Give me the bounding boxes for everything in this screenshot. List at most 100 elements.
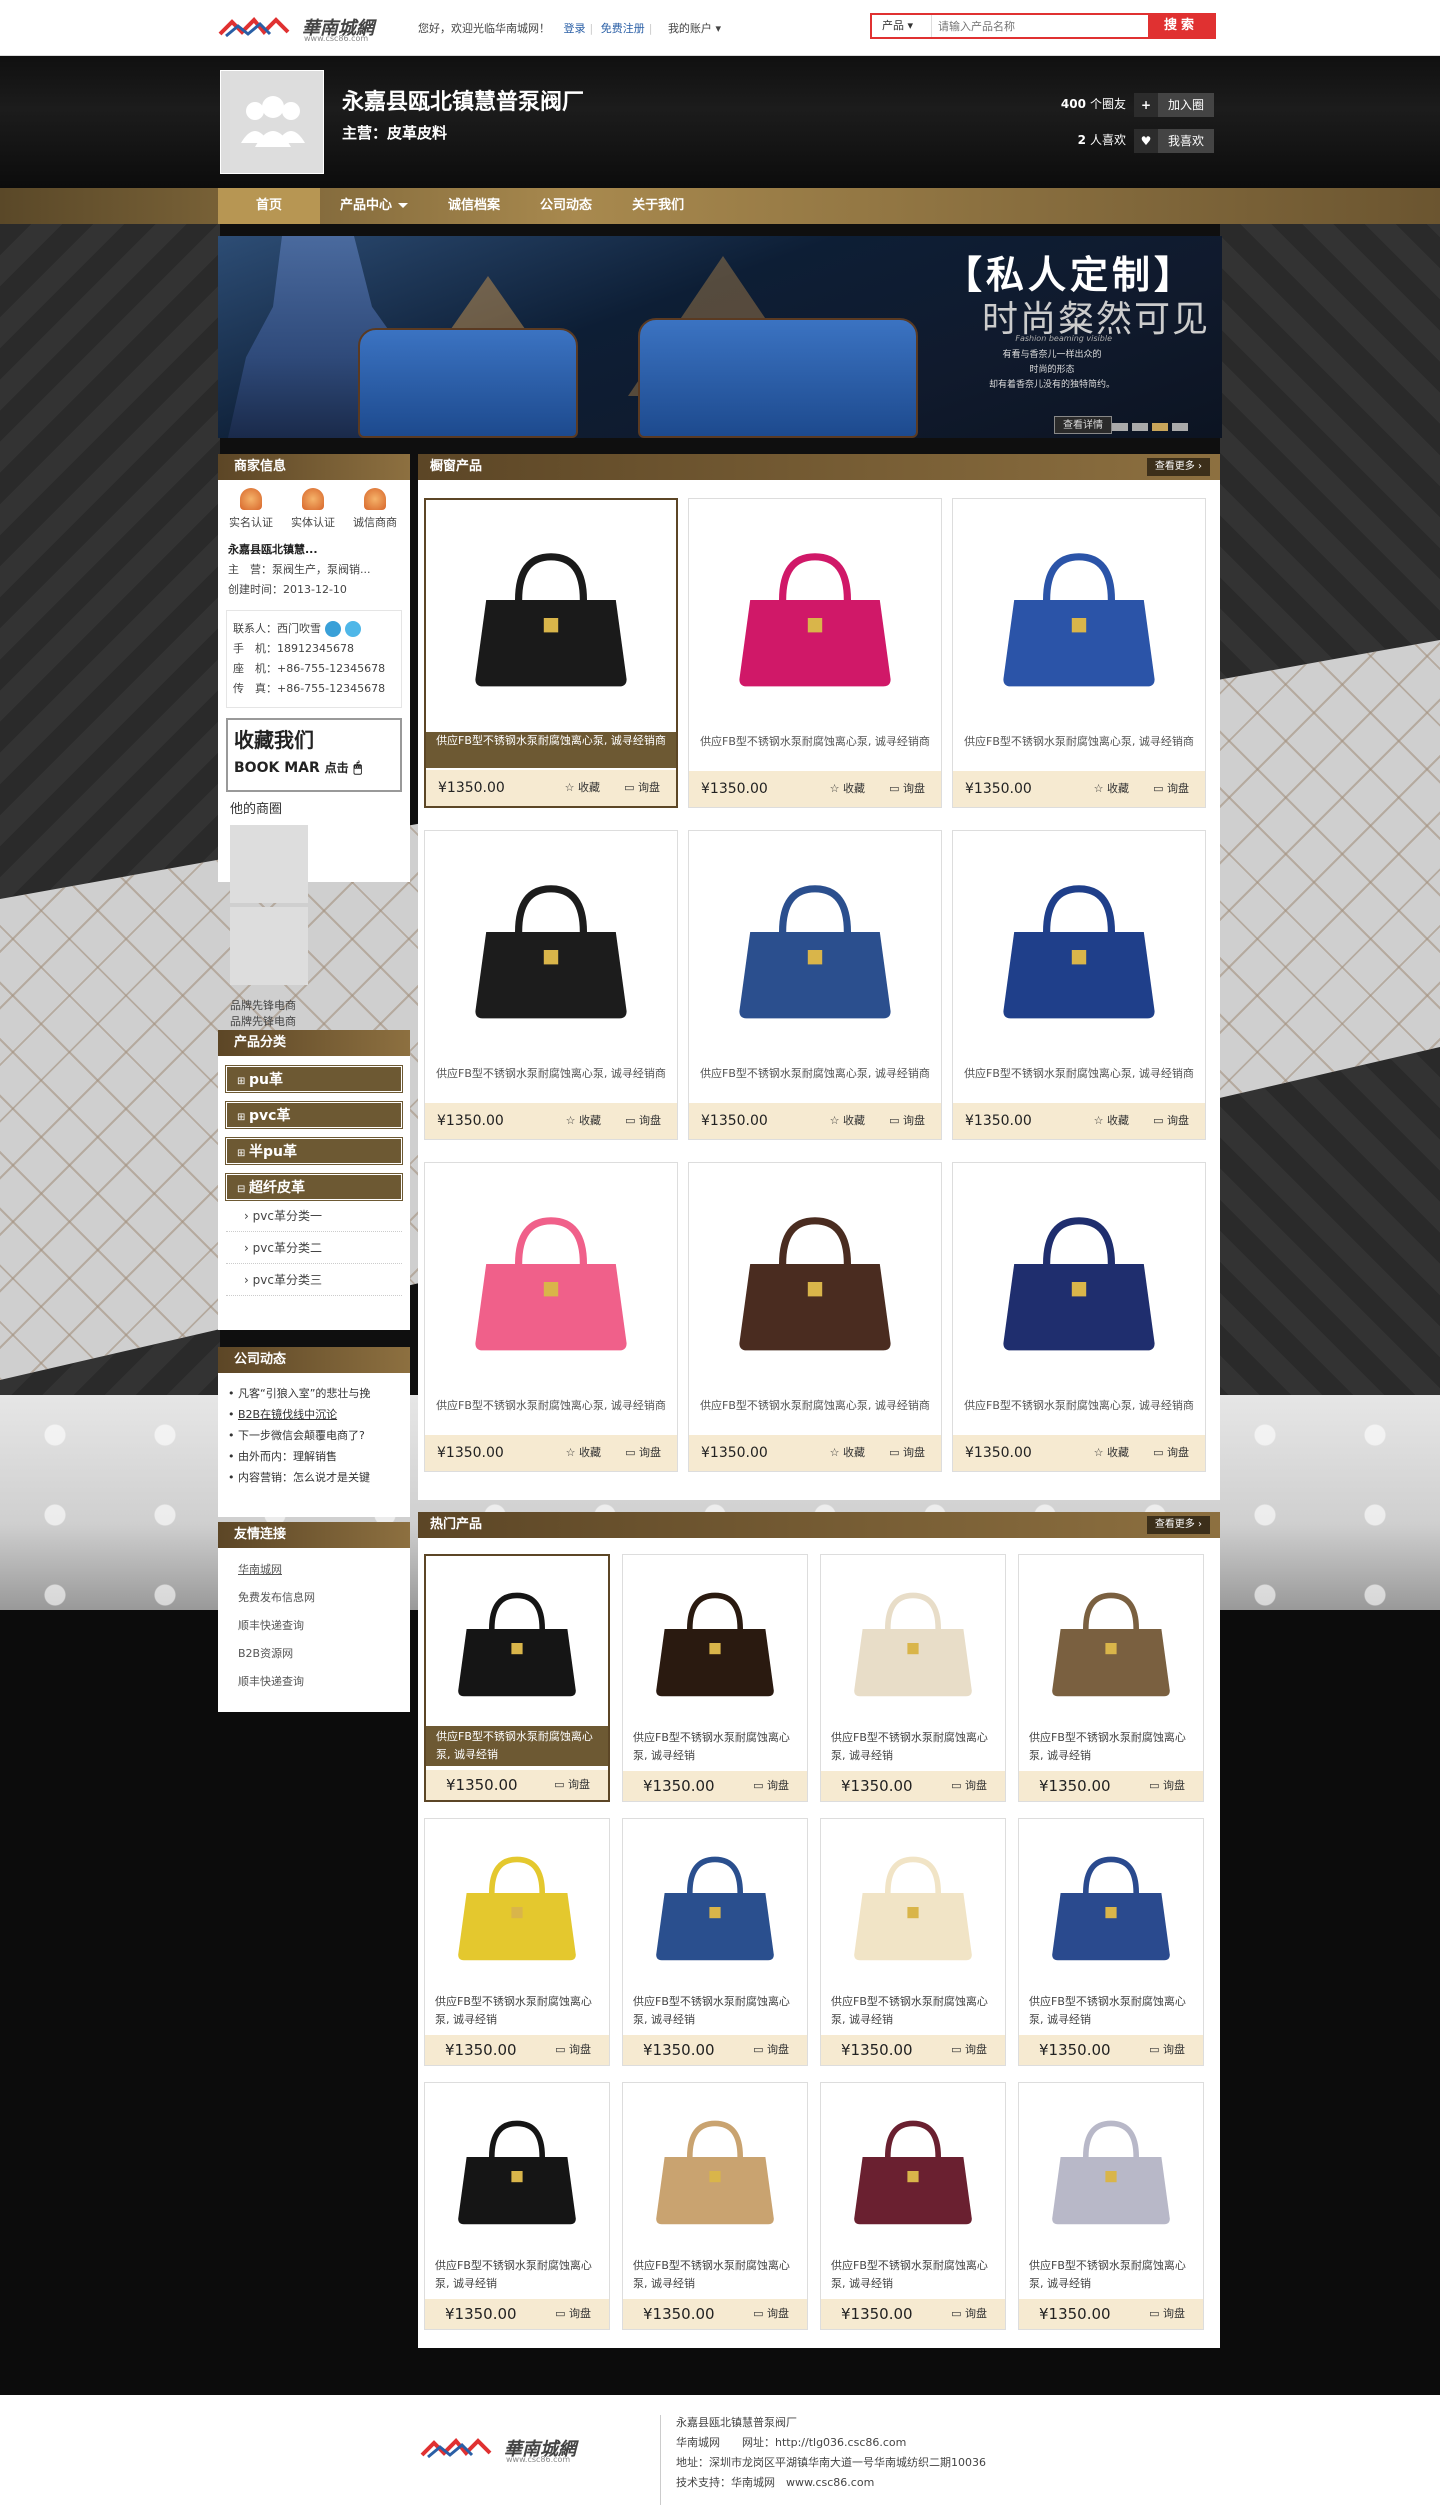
search-category-select[interactable]: 产品 ▾ <box>872 15 932 37</box>
product-image[interactable] <box>430 504 672 732</box>
news-item[interactable]: • 下一步微信会颠覆电商了? <box>228 1425 400 1446</box>
product-title[interactable]: 供应FB型不锈钢水泵耐腐蚀离心泵, 诚寻经销 <box>1019 2255 1203 2295</box>
product-image[interactable] <box>627 1559 803 1727</box>
inquiry-button[interactable]: ▭ 询盘 <box>1149 2035 1185 2065</box>
product-title[interactable]: 供应FB型不锈钢水泵耐腐蚀离心泵, 诚寻经销 <box>821 1991 1005 2031</box>
product-title[interactable]: 供应FB型不锈钢水泵耐腐蚀离心泵, 诚寻经销 <box>821 1727 1005 1767</box>
search-button[interactable]: 搜索 <box>1148 15 1214 37</box>
product-image[interactable] <box>1023 1559 1199 1727</box>
product-title[interactable]: 供应FB型不锈钢水泵耐腐蚀离心泵, 诚寻经销商 <box>426 732 676 768</box>
banner-dot[interactable] <box>1112 423 1128 431</box>
product-title[interactable]: 供应FB型不锈钢水泵耐腐蚀离心泵, 诚寻经销 <box>821 2255 1005 2295</box>
promo-banner[interactable]: 【私人定制】 时尚粲然可见 Fashion beaming visible 有看… <box>218 236 1222 438</box>
news-item[interactable]: • 内容营销：怎么说才是关键 <box>228 1467 400 1488</box>
footer-logo[interactable]: 華南城網 www.csc86.com <box>420 2433 650 2477</box>
circle-name[interactable]: 品牌先锋电商 <box>230 1013 318 1029</box>
news-link[interactable]: 下一步微信会颠覆电商了? <box>238 1429 365 1442</box>
inquiry-button[interactable]: ▭ 询盘 <box>753 2035 789 2065</box>
subcategory-item[interactable]: › pvc革分类二 <box>226 1232 402 1264</box>
product-title[interactable]: 供应FB型不锈钢水泵耐腐蚀离心泵, 诚寻经销 <box>425 1991 609 2031</box>
product-image[interactable] <box>430 1560 604 1726</box>
nav-about[interactable]: 关于我们 <box>612 188 704 224</box>
product-title[interactable]: 供应FB型不锈钢水泵耐腐蚀离心泵, 诚寻经销 <box>623 2255 807 2295</box>
product-title[interactable]: 供应FB型不锈钢水泵耐腐蚀离心泵, 诚寻经销商 <box>953 1065 1205 1101</box>
news-item[interactable]: • 由外而内：理解销售 <box>228 1446 400 1467</box>
product-image[interactable] <box>1023 2087 1199 2255</box>
inquiry-button[interactable]: ▭ 询盘 <box>1153 1435 1189 1471</box>
inquiry-button[interactable]: ▭ 询盘 <box>889 1103 925 1139</box>
product-image[interactable] <box>693 1167 937 1397</box>
category-pvc[interactable]: ⊞ pvc革 <box>225 1101 403 1129</box>
product-image[interactable] <box>1023 1823 1199 1991</box>
inquiry-button[interactable]: ▭ 询盘 <box>1153 1103 1189 1139</box>
footer-support[interactable]: 华南城网 <box>731 2476 775 2489</box>
product-title[interactable]: 供应FB型不锈钢水泵耐腐蚀离心泵, 诚寻经销商 <box>953 733 1205 769</box>
product-image[interactable] <box>429 1167 673 1397</box>
product-card[interactable]: 供应FB型不锈钢水泵耐腐蚀离心泵, 诚寻经销商 ¥1350.00 ☆ 收藏 ▭ 询盘 <box>952 498 1206 808</box>
product-image[interactable] <box>825 1559 1001 1727</box>
inquiry-button[interactable]: ▭ 询盘 <box>951 2299 987 2329</box>
inquiry-button[interactable]: ▭ 询盘 <box>1149 2299 1185 2329</box>
banner-dot-active[interactable] <box>1152 423 1168 431</box>
news-item[interactable]: • 凡客“引狼入室”的悲壮与挽 <box>228 1383 400 1404</box>
inquiry-button[interactable]: ▭ 询盘 <box>1153 771 1189 807</box>
hot-product-card[interactable]: 供应FB型不锈钢水泵耐腐蚀离心泵, 诚寻经销 ¥1350.00 ▭ 询盘 <box>820 2082 1006 2330</box>
friend-link[interactable]: B2B资源网 <box>238 1640 390 1668</box>
favorite-button[interactable]: ☆ 收藏 <box>830 1103 865 1139</box>
footer-support-url[interactable]: www.csc86.com <box>786 2476 874 2489</box>
inquiry-button[interactable]: ▭ 询盘 <box>753 1771 789 1801</box>
favorite-button[interactable]: ☆ 收藏 <box>830 771 865 807</box>
hot-product-card[interactable]: 供应FB型不锈钢水泵耐腐蚀离心泵, 诚寻经销 ¥1350.00 ▭ 询盘 <box>1018 1818 1204 2066</box>
search-input[interactable] <box>938 16 1138 36</box>
banner-dot[interactable] <box>1132 423 1148 431</box>
product-image[interactable] <box>429 1823 605 1991</box>
news-link[interactable]: 内容营销：怎么说才是关键 <box>238 1471 370 1484</box>
inquiry-button[interactable]: ▭ 询盘 <box>951 2035 987 2065</box>
product-image[interactable] <box>627 1823 803 1991</box>
qq-icon[interactable] <box>345 621 361 637</box>
inquiry-button[interactable]: ▭ 询盘 <box>753 2299 789 2329</box>
hot-product-card[interactable]: 供应FB型不锈钢水泵耐腐蚀离心泵, 诚寻经销 ¥1350.00 ▭ 询盘 <box>1018 1554 1204 1802</box>
subcategory-item[interactable]: › pvc革分类一 <box>226 1200 402 1232</box>
product-image[interactable] <box>957 1167 1201 1397</box>
product-title[interactable]: 供应FB型不锈钢水泵耐腐蚀离心泵, 诚寻经销 <box>1019 1991 1203 2031</box>
login-link[interactable]: 登录 <box>564 22 586 35</box>
news-link[interactable]: 凡客“引狼入室”的悲壮与挽 <box>238 1387 370 1400</box>
favorite-button[interactable]: ☆ 收藏 <box>1094 1435 1129 1471</box>
inquiry-button[interactable]: ▭ 询盘 <box>889 771 925 807</box>
hot-product-card[interactable]: 供应FB型不锈钢水泵耐腐蚀离心泵, 诚寻经销 ¥1350.00 ▭ 询盘 <box>820 1818 1006 2066</box>
news-item[interactable]: • B2B在镜伐线中沉论 <box>228 1404 400 1425</box>
favorite-button[interactable]: ☆ 收藏 <box>1094 771 1129 807</box>
product-image[interactable] <box>429 2087 605 2255</box>
category-microfiber[interactable]: ⊟ 超纤皮革 <box>225 1173 403 1201</box>
product-card[interactable]: 供应FB型不锈钢水泵耐腐蚀离心泵, 诚寻经销商 ¥1350.00 ☆ 收藏 ▭ 询盘 <box>688 1162 942 1472</box>
favorite-button[interactable]: ☆ 收藏 <box>830 1435 865 1471</box>
hot-product-card[interactable]: 供应FB型不锈钢水泵耐腐蚀离心泵, 诚寻经销 ¥1350.00 ▭ 询盘 <box>1018 2082 1204 2330</box>
product-card[interactable]: 供应FB型不锈钢水泵耐腐蚀离心泵, 诚寻经销商 ¥1350.00 ☆ 收藏 ▭ 询盘 <box>424 498 678 808</box>
inquiry-button[interactable]: ▭ 询盘 <box>554 1770 590 1800</box>
inquiry-button[interactable]: ▭ 询盘 <box>889 1435 925 1471</box>
news-link[interactable]: B2B在镜伐线中沉论 <box>238 1408 337 1421</box>
nav-products[interactable]: 产品中心 <box>320 188 428 224</box>
register-link[interactable]: 免费注册 <box>601 22 645 35</box>
hot-product-card[interactable]: 供应FB型不锈钢水泵耐腐蚀离心泵, 诚寻经销 ¥1350.00 ▭ 询盘 <box>424 2082 610 2330</box>
footer-site-url[interactable]: http://tlg036.csc86.com <box>775 2436 906 2449</box>
product-title[interactable]: 供应FB型不锈钢水泵耐腐蚀离心泵, 诚寻经销 <box>1019 1727 1203 1767</box>
chat-icon[interactable] <box>325 621 341 637</box>
product-image[interactable] <box>429 835 673 1065</box>
product-card[interactable]: 供应FB型不锈钢水泵耐腐蚀离心泵, 诚寻经销商 ¥1350.00 ☆ 收藏 ▭ 询盘 <box>688 830 942 1140</box>
friend-link[interactable]: 华南城网 <box>238 1556 390 1584</box>
inquiry-button[interactable]: ▭ 询盘 <box>625 1103 661 1139</box>
inquiry-button[interactable]: ▭ 询盘 <box>624 770 660 806</box>
product-image[interactable] <box>627 2087 803 2255</box>
banner-more-button[interactable]: 查看详情 <box>1054 416 1112 434</box>
hot-product-card[interactable]: 供应FB型不锈钢水泵耐腐蚀离心泵, 诚寻经销 ¥1350.00 ▭ 询盘 <box>820 1554 1006 1802</box>
inquiry-button[interactable]: ▭ 询盘 <box>1149 1771 1185 1801</box>
friend-link[interactable]: 顺丰快递查询 <box>238 1612 390 1640</box>
product-card[interactable]: 供应FB型不锈钢水泵耐腐蚀离心泵, 诚寻经销商 ¥1350.00 ☆ 收藏 ▭ 询盘 <box>688 498 942 808</box>
inquiry-button[interactable]: ▭ 询盘 <box>951 1771 987 1801</box>
circle-name[interactable]: 品牌先锋电商 <box>230 997 318 1013</box>
favorite-button[interactable]: ☆ 收藏 <box>1094 1103 1129 1139</box>
product-card[interactable]: 供应FB型不锈钢水泵耐腐蚀离心泵, 诚寻经销商 ¥1350.00 ☆ 收藏 ▭ 询盘 <box>952 830 1206 1140</box>
product-card[interactable]: 供应FB型不锈钢水泵耐腐蚀离心泵, 诚寻经销商 ¥1350.00 ☆ 收藏 ▭ 询盘 <box>424 830 678 1140</box>
